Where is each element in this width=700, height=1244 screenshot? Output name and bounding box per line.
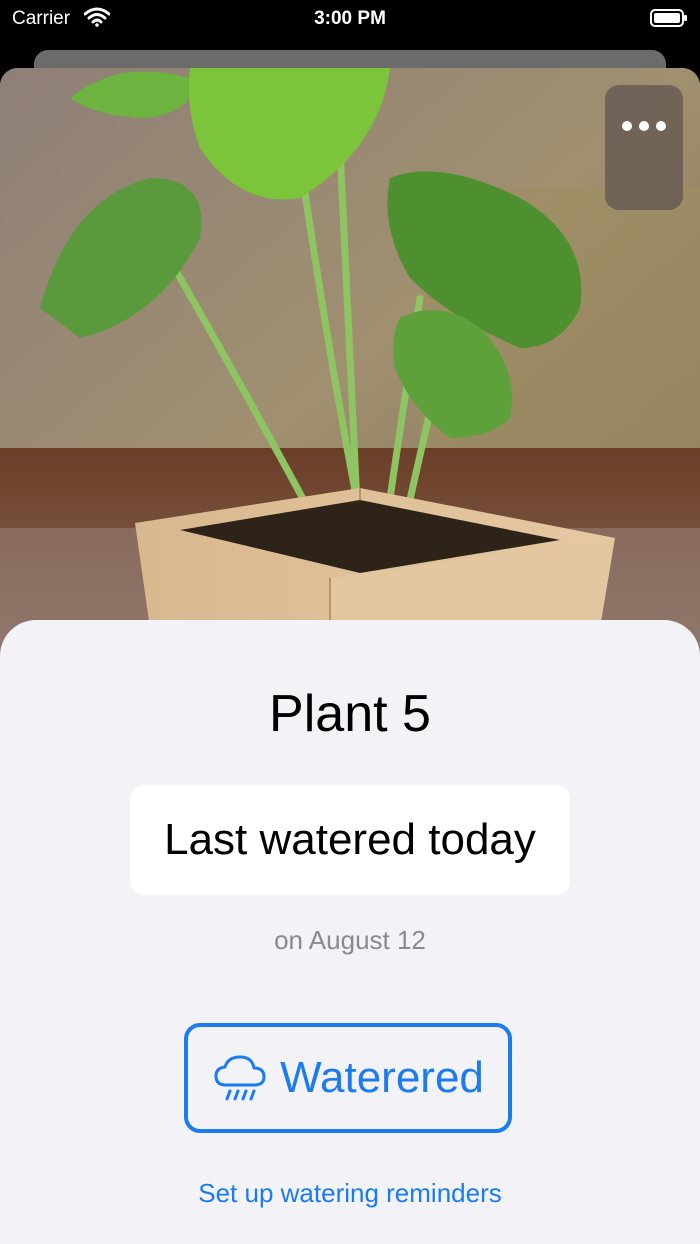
plant-detail-card: Plant 5 Last watered today on August 12 … [0, 68, 700, 1244]
watered-status-box: Last watered today [130, 785, 570, 895]
watered-date: on August 12 [274, 925, 426, 955]
watered-status-text: Last watered today [164, 815, 536, 864]
ellipsis-icon-dot-1 [622, 121, 632, 131]
watered-button-label: Waterered [280, 1053, 484, 1102]
plant-name: Plant 5 [269, 685, 431, 743]
cloud-rain-icon [214, 1055, 266, 1101]
ellipsis-icon-dot-3 [656, 121, 666, 131]
watered-button[interactable]: Waterered [184, 1023, 512, 1133]
plant-photo [0, 68, 700, 668]
status-bar: Carrier 3:00 PM [0, 0, 700, 40]
more-options-button[interactable] [605, 85, 683, 210]
battery-icon [650, 9, 687, 27]
plant-info-sheet: Plant 5 Last watered today on August 12 … [0, 620, 700, 1244]
status-time: 3:00 PM [314, 8, 386, 29]
set-up-reminders-link[interactable]: Set up watering reminders [0, 1178, 700, 1209]
ellipsis-icon-dot-2 [639, 121, 649, 131]
